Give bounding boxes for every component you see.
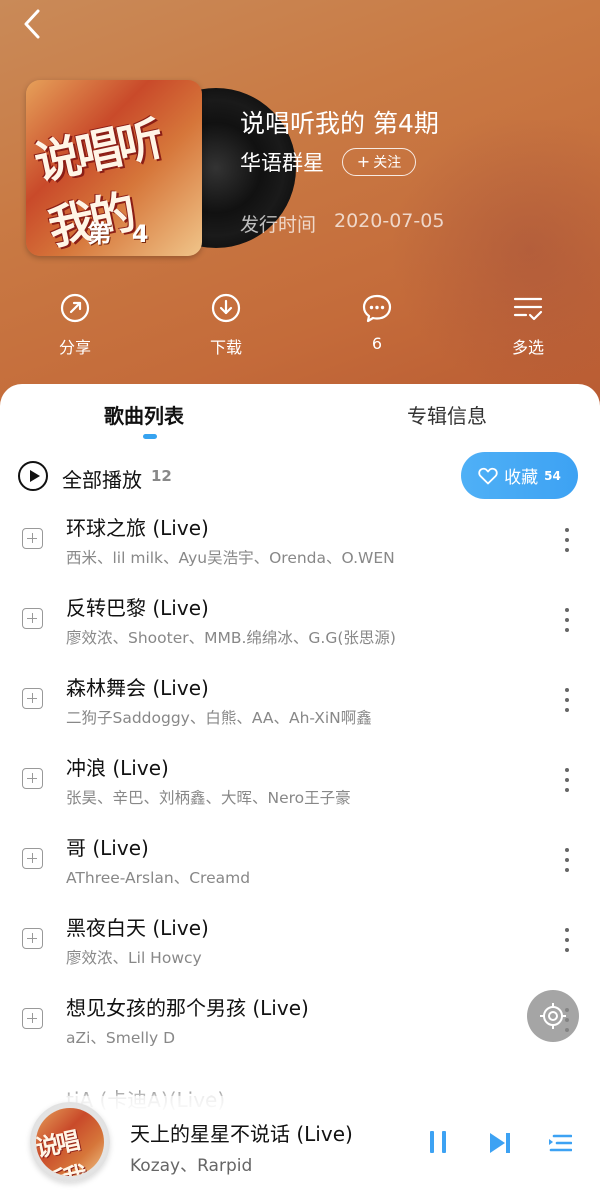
song-artists: 二狗子Saddoggy、白熊、AA、Ah-XiN啊鑫 [66, 709, 372, 727]
locate-current-button[interactable] [527, 990, 579, 1042]
song-title: 冲浪 (Live) [66, 756, 169, 780]
multi-select-label: 多选 [511, 338, 544, 357]
album-cover: 说唱听我的 第 4 期 [26, 80, 296, 256]
more-options-icon[interactable] [560, 684, 574, 716]
follow-label: 关注 [373, 155, 402, 171]
multi-select-button[interactable]: 多选 [488, 290, 568, 358]
song-artists: 西米、lil milk、Ayu吴浩宇、Orenda、O.WEN [66, 549, 395, 567]
comment-icon [362, 294, 392, 323]
more-options-icon[interactable] [560, 764, 574, 796]
album-artist[interactable]: 华语群星 [240, 147, 324, 177]
release-label: 发行时间 [240, 214, 317, 236]
song-title: 哥 (Live) [66, 836, 149, 860]
more-options-icon[interactable] [560, 844, 574, 876]
song-artists: AThree-Arslan、Creamd [66, 869, 251, 887]
player-album-art: 说唱听我的 [36, 1108, 104, 1176]
comment-count: 6 [371, 334, 383, 353]
more-options-icon[interactable] [560, 924, 574, 956]
chevron-left-icon [24, 9, 40, 39]
now-playing-title[interactable]: 天上的星星不说话 (Live) [130, 1118, 353, 1147]
pause-icon [430, 1131, 434, 1153]
release-date: 2020-07-05 [334, 210, 445, 232]
target-icon [540, 1003, 566, 1029]
song-row[interactable]: 森林舞会 (Live) 二狗子Saddoggy、白熊、AA、Ah-XiN啊鑫 [0, 660, 600, 740]
add-to-playlist-icon[interactable] [22, 528, 43, 549]
add-to-playlist-icon[interactable] [22, 688, 43, 709]
play-circle-icon[interactable] [18, 461, 48, 491]
share-label: 分享 [58, 338, 91, 357]
add-to-playlist-icon[interactable] [22, 1008, 43, 1029]
add-to-playlist-icon[interactable] [22, 768, 43, 789]
comment-button[interactable]: 6 [337, 290, 417, 353]
tab-indicator [143, 434, 157, 439]
album-title: 说唱听我的 第4期 [240, 109, 439, 138]
plus-icon: + [356, 152, 371, 171]
song-row[interactable]: 想见女孩的那个男孩 (Live) aZi、Smelly D [0, 980, 600, 1060]
tab-song-list[interactable]: 歌曲列表 [104, 400, 184, 429]
back-button[interactable] [20, 8, 50, 42]
song-title: 反转巴黎 (Live) [66, 596, 209, 620]
song-title: 环球之旅 (Live) [66, 516, 209, 540]
add-to-playlist-icon[interactable] [22, 608, 43, 629]
heart-icon [478, 467, 498, 484]
song-title: 想见女孩的那个男孩 (Live) [66, 996, 309, 1020]
song-row[interactable]: 反转巴黎 (Live) 廖效浓、Shooter、MMB.绵绵冰、G.G(张思源) [0, 580, 600, 660]
play-all-button[interactable]: 全部播放 [62, 464, 142, 493]
song-title: 黑夜白天 (Live) [66, 916, 209, 940]
tab-album-info[interactable]: 专辑信息 [407, 400, 487, 429]
more-options-icon[interactable] [560, 524, 574, 556]
song-artists: 廖效浓、Shooter、MMB.绵绵冰、G.G(张思源) [66, 629, 396, 647]
playlist-icon [549, 1134, 573, 1152]
song-title: 森林舞会 (Live) [66, 676, 209, 700]
cover-art: 说唱听我的 第 4 期 [26, 80, 202, 256]
song-row[interactable]: 环球之旅 (Live) 西米、lil milk、Ayu吴浩宇、Orenda、O.… [0, 500, 600, 580]
song-artists: 张昊、辛巴、刘柄鑫、大晖、Nero王子豪 [66, 789, 351, 807]
cover-issue-art: 第 4 期 [87, 220, 155, 256]
download-button[interactable]: 下载 [186, 290, 266, 358]
share-icon [60, 293, 90, 323]
song-artists: 廖效浓、Lil Howcy [66, 949, 202, 967]
download-icon [211, 293, 241, 323]
collect-count: 54 [544, 468, 561, 483]
next-button[interactable] [487, 1130, 513, 1156]
add-to-playlist-icon[interactable] [22, 848, 43, 869]
collect-button[interactable]: 收藏 54 [461, 452, 578, 499]
song-row[interactable]: 冲浪 (Live) 张昊、辛巴、刘柄鑫、大晖、Nero王子豪 [0, 740, 600, 820]
playlist-button[interactable] [548, 1131, 573, 1155]
song-row[interactable]: 黑夜白天 (Live) 廖效浓、Lil Howcy [0, 900, 600, 980]
collect-label: 收藏 [504, 468, 539, 488]
download-label: 下载 [209, 338, 242, 357]
next-track-icon [490, 1133, 510, 1153]
share-button[interactable]: 分享 [35, 290, 115, 358]
song-row[interactable]: 哥 (Live) AThree-Arslan、Creamd [0, 820, 600, 900]
pause-button[interactable] [428, 1131, 450, 1155]
follow-button[interactable]: + 关注 [342, 148, 416, 176]
now-playing-artist: Kozay、Rarpid [130, 1156, 253, 1176]
more-options-icon[interactable] [560, 604, 574, 636]
add-to-playlist-icon[interactable] [22, 928, 43, 949]
player-art-title: 说唱听我的 [36, 1126, 87, 1176]
song-count: 12 [151, 467, 172, 485]
multi-select-icon [513, 297, 543, 321]
song-artists: aZi、Smelly D [66, 1029, 176, 1047]
